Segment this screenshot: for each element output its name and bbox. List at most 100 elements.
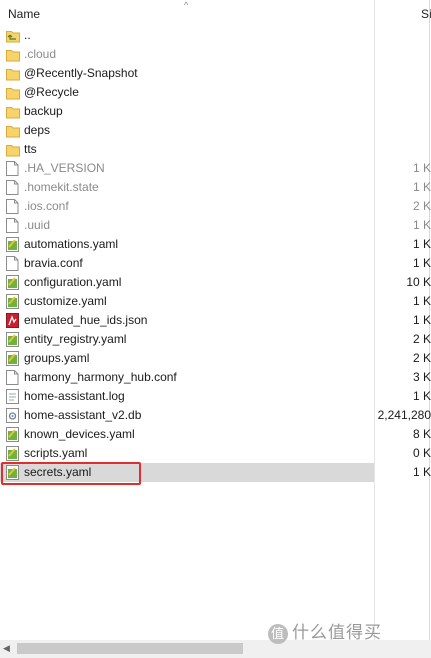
file-size-value: 8 K [412, 427, 431, 441]
yaml-file-icon [6, 427, 20, 442]
file-size: 2,241,280 [374, 408, 431, 422]
file-size: 0 K [374, 446, 431, 460]
file-row[interactable]: scripts.yaml 0 K [0, 444, 431, 463]
file-row[interactable]: customize.yaml 1 K [0, 292, 431, 311]
db-file-icon [6, 408, 20, 423]
folder-icon [6, 66, 20, 81]
file-row[interactable]: backup [0, 102, 431, 121]
file-name: groups.yaml [24, 351, 90, 365]
file-name: @Recycle [24, 85, 79, 99]
file-size: 2 K [374, 199, 431, 213]
file-row[interactable]: deps [0, 121, 431, 140]
file-size: 3 K [374, 370, 431, 384]
file-name: home-assistant_v2.db [24, 408, 142, 422]
name-column-header[interactable]: Name [8, 7, 40, 21]
file-row[interactable]: home-assistant.log 1 K [0, 387, 431, 406]
file-size: 1 K [374, 218, 431, 232]
file-icon [6, 161, 20, 176]
file-name: backup [24, 104, 63, 118]
file-icon [6, 256, 20, 271]
file-name: emulated_hue_ids.json [24, 313, 148, 327]
file-size-value: 3 K [412, 370, 431, 384]
log-file-icon [6, 389, 20, 404]
yaml-file-icon [6, 332, 20, 347]
column-header: ^ Name Si [0, 0, 431, 28]
file-size-value: 1 K [412, 161, 431, 175]
file-size-value: 10 K [406, 275, 431, 289]
file-size: 10 K [374, 275, 431, 289]
json-file-icon [6, 313, 20, 328]
folder-icon [6, 104, 20, 119]
file-row[interactable]: .homekit.state 1 K [0, 178, 431, 197]
scrollbar-thumb[interactable] [17, 643, 243, 654]
file-name: harmony_harmony_hub.conf [24, 370, 177, 384]
file-name: home-assistant.log [24, 389, 125, 403]
file-size-value: 2,241,280 [377, 408, 431, 422]
file-row[interactable]: .HA_VERSION 1 K [0, 159, 431, 178]
file-name: configuration.yaml [24, 275, 122, 289]
file-name: customize.yaml [24, 294, 107, 308]
file-row[interactable]: home-assistant_v2.db 2,241,280 [0, 406, 431, 425]
file-name: .. [24, 28, 31, 42]
file-size: 1 K [374, 180, 431, 194]
file-row[interactable]: automations.yaml 1 K [0, 235, 431, 254]
file-row[interactable]: bravia.conf 1 K [0, 254, 431, 273]
file-name: scripts.yaml [24, 446, 88, 460]
file-name: deps [24, 123, 51, 137]
file-name: .ios.conf [24, 199, 69, 213]
yaml-file-icon [6, 237, 20, 252]
file-row[interactable]: groups.yaml 2 K [0, 349, 431, 368]
file-size: 1 K [374, 389, 431, 403]
file-name: known_devices.yaml [24, 427, 135, 441]
file-row[interactable]: entity_registry.yaml 2 K [0, 330, 431, 349]
file-size-value: 2 K [412, 332, 431, 346]
file-size: 8 K [374, 427, 431, 441]
file-icon [6, 370, 20, 385]
file-name: .cloud [24, 47, 57, 61]
file-size-value: 0 K [412, 446, 431, 460]
file-size-value: 1 K [412, 294, 431, 308]
watermark: 值什么值得买 [268, 618, 382, 644]
file-row[interactable]: tts [0, 140, 431, 159]
file-name: automations.yaml [24, 237, 119, 251]
annotation-highlight [1, 462, 141, 485]
file-name: @Recently-Snapshot [24, 66, 138, 80]
folder-icon [6, 123, 20, 138]
file-name: .HA_VERSION [24, 161, 105, 175]
file-size-value: 2 K [412, 199, 431, 213]
folder-icon [6, 142, 20, 157]
file-name: entity_registry.yaml [24, 332, 127, 346]
file-row[interactable]: @Recycle [0, 83, 431, 102]
sort-ascending-icon[interactable]: ^ [184, 0, 188, 10]
file-size: 1 K [374, 256, 431, 270]
file-icon [6, 218, 20, 233]
file-size-value: 1 K [412, 180, 431, 194]
file-name: .uuid [24, 218, 51, 232]
yaml-file-icon [6, 446, 20, 461]
file-size: 2 K [374, 351, 431, 365]
folder-icon [6, 85, 20, 100]
watermark-badge: 值 [268, 623, 288, 644]
file-name: bravia.conf [24, 256, 83, 270]
file-size-value: 2 K [412, 351, 431, 365]
file-name: tts [24, 142, 37, 156]
file-row[interactable]: .ios.conf 2 K [0, 197, 431, 216]
watermark-text: 什么值得买 [292, 623, 382, 642]
file-row[interactable]: harmony_harmony_hub.conf 3 K [0, 368, 431, 387]
file-row[interactable]: known_devices.yaml 8 K [0, 425, 431, 444]
file-icon [6, 180, 20, 195]
file-size-value: 1 K [412, 389, 431, 403]
file-row[interactable]: .. [0, 26, 431, 45]
file-size-value: 1 K [412, 218, 431, 232]
file-row[interactable]: .uuid 1 K [0, 216, 431, 235]
file-row[interactable]: @Recently-Snapshot [0, 64, 431, 83]
file-name: .homekit.state [24, 180, 99, 194]
file-size-value: 1 K [412, 465, 431, 479]
file-size: 1 K [374, 237, 431, 251]
file-row[interactable]: configuration.yaml 10 K [0, 273, 431, 292]
file-row[interactable]: .cloud [0, 45, 431, 64]
folder-up-icon [6, 28, 20, 43]
file-size-value: 1 K [412, 237, 431, 251]
scroll-left-icon[interactable]: ◀ [3, 643, 10, 654]
file-row[interactable]: emulated_hue_ids.json 1 K [0, 311, 431, 330]
